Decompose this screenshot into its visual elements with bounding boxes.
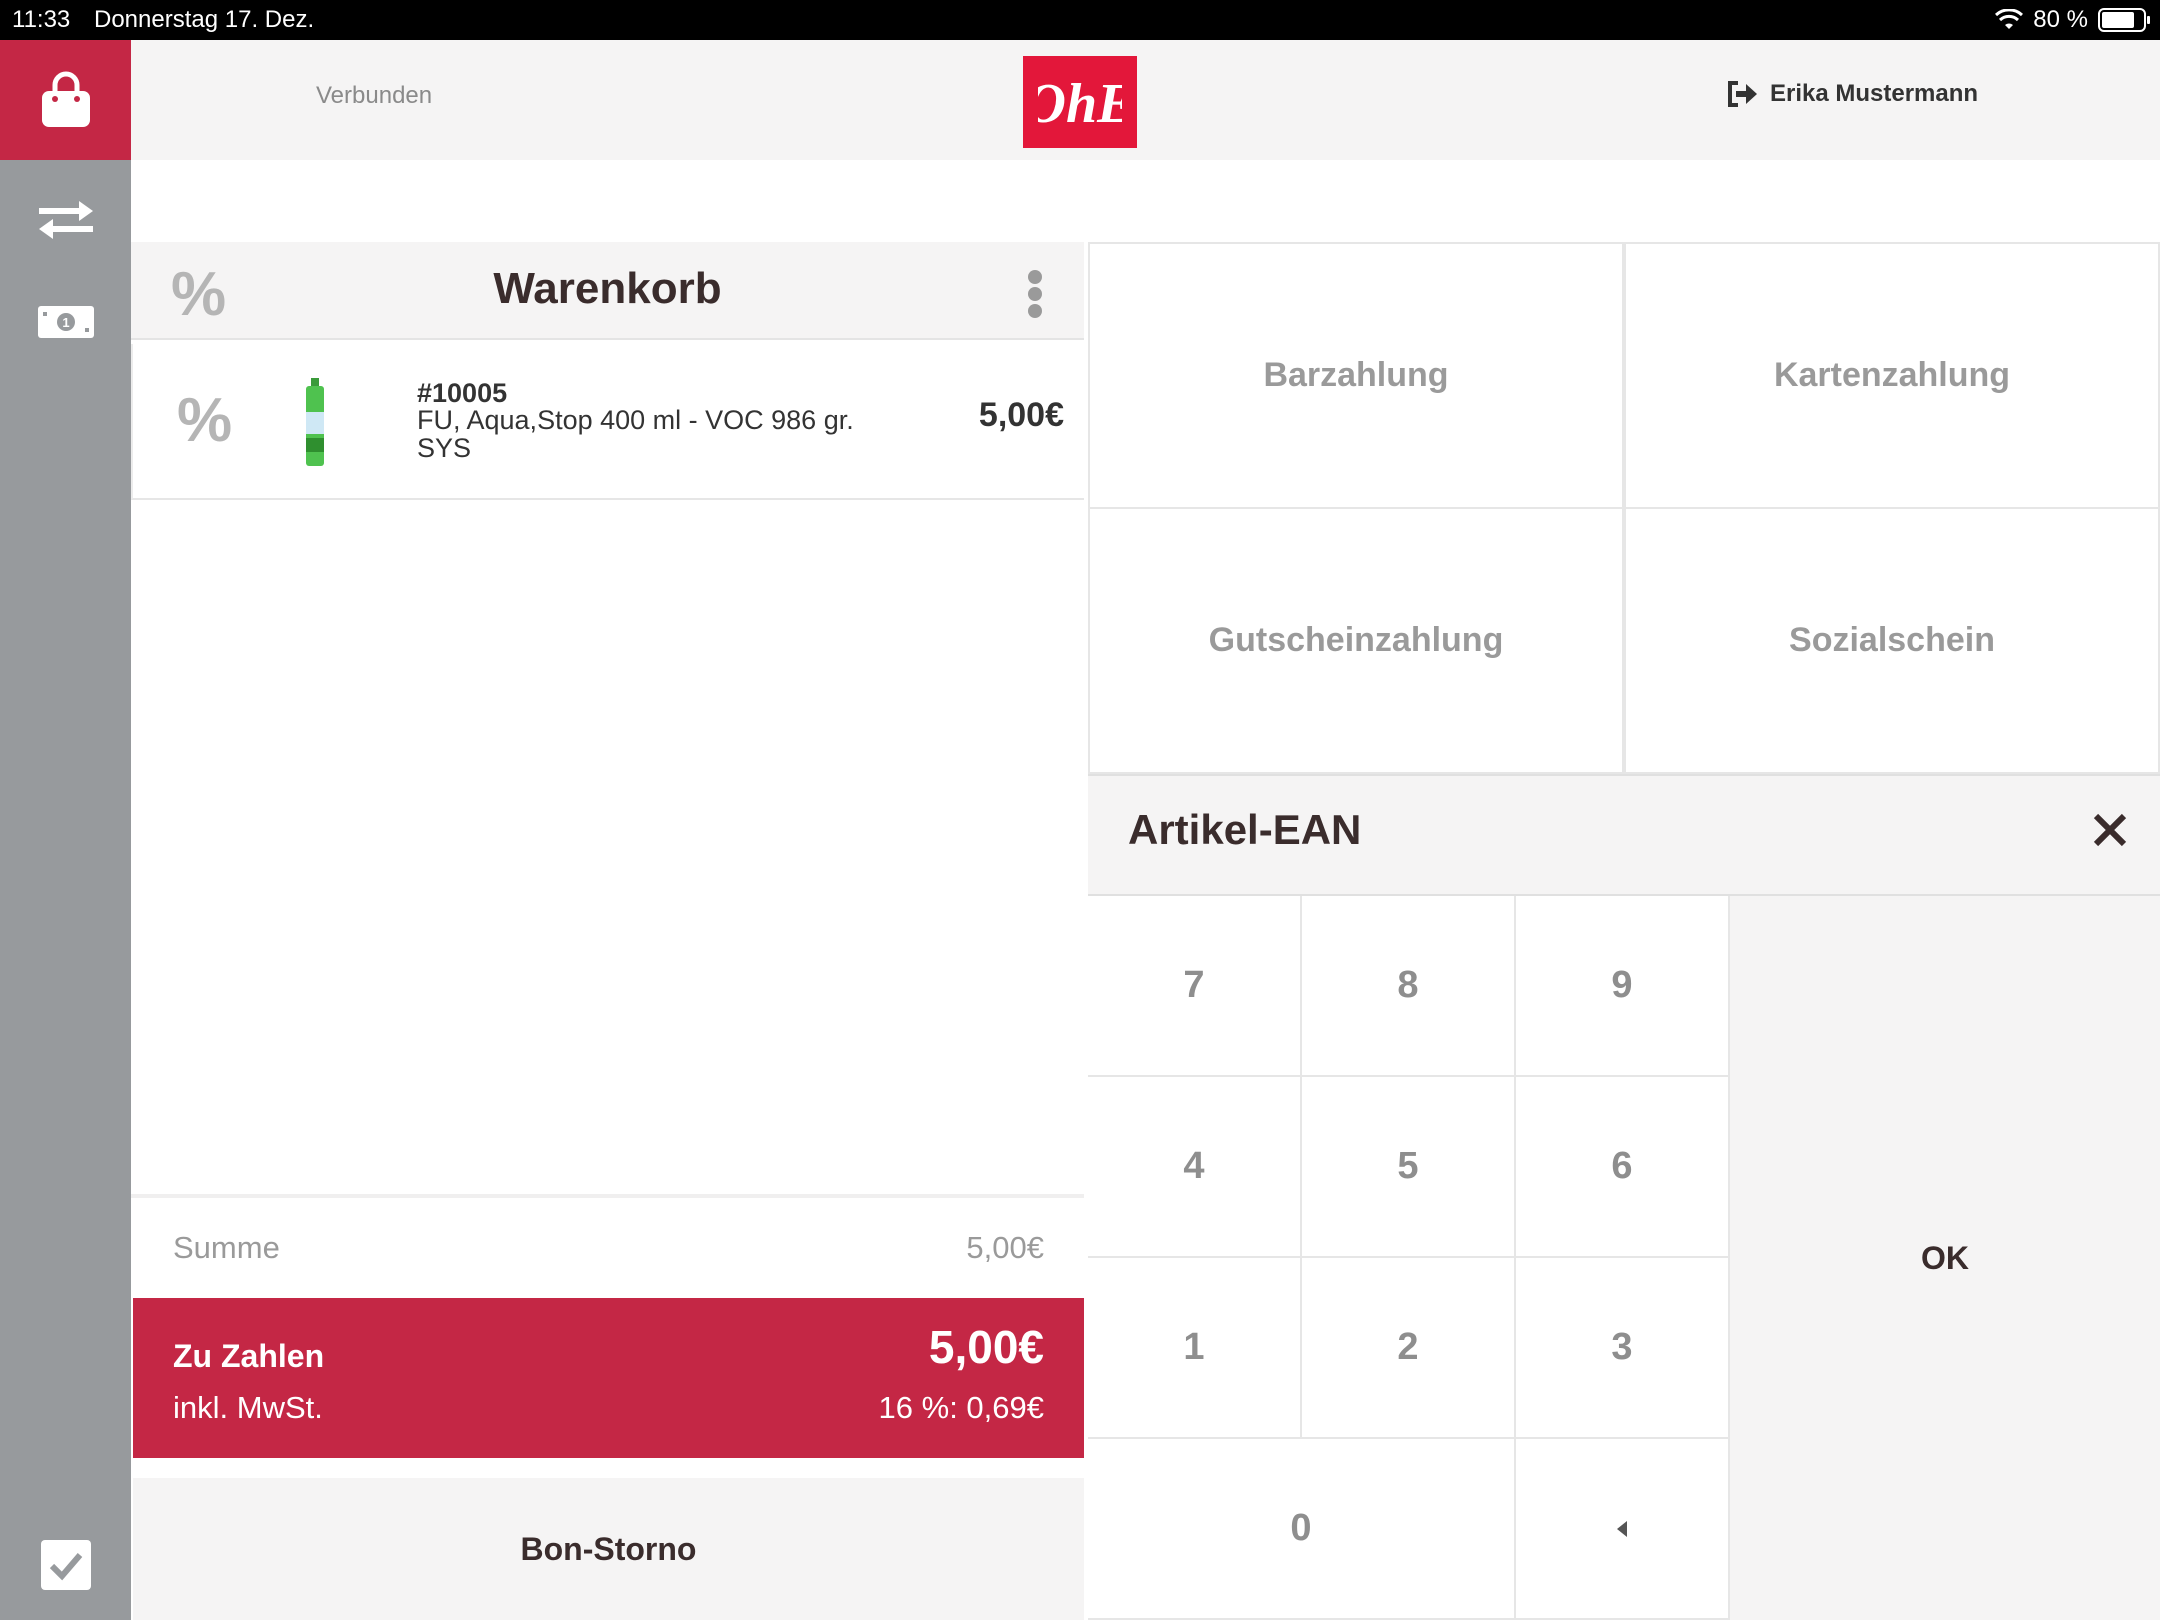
transfer-arrows-icon <box>38 201 93 239</box>
status-date: Donnerstag 17. Dez. <box>94 6 315 33</box>
status-bar: 11:33 Donnerstag 17. Dez. 80 % <box>0 0 2160 40</box>
key-7[interactable]: 7 <box>1088 896 1302 1077</box>
backspace-key[interactable] <box>1516 1439 1730 1620</box>
ean-title: Artikel-EAN <box>1128 806 1362 853</box>
vat-value: 16 %: 0,69€ <box>878 1390 1044 1425</box>
item-discount-button[interactable]: % <box>177 390 232 452</box>
subtotal-row: Summe 5,00€ <box>131 1194 1084 1294</box>
subtotal-label: Summe <box>173 1230 280 1265</box>
cart-panel: % Warenkorb % #10005 FU, Aqua,Stop 400 m… <box>131 240 1084 1620</box>
cash-icon: 1 <box>37 306 94 338</box>
battery-icon <box>2098 8 2150 32</box>
shopping-bag-icon <box>41 71 90 127</box>
sidebar-item-done[interactable] <box>0 1510 131 1620</box>
app-header: Verbunden OhE Erika Mustermann <box>131 40 2160 160</box>
vat-label: inkl. MwSt. <box>173 1390 323 1425</box>
svg-text:OhE: OhE <box>1038 73 1122 135</box>
close-icon[interactable] <box>2090 810 2130 850</box>
key-9[interactable]: 9 <box>1516 896 1730 1077</box>
svg-text:1: 1 <box>62 315 69 330</box>
key-8[interactable]: 8 <box>1302 896 1516 1077</box>
card-payment-button[interactable]: Kartenzahlung <box>1624 244 2160 509</box>
cart-title: Warenkorb <box>493 264 722 313</box>
ean-header: Artikel-EAN <box>1088 774 2160 896</box>
sidebar-item-transfer[interactable] <box>0 160 131 280</box>
status-right: 80 % <box>1995 6 2150 34</box>
cash-payment-button[interactable]: Barzahlung <box>1088 244 1624 509</box>
subtotal-value: 5,00€ <box>966 1230 1044 1265</box>
backspace-icon <box>1617 1520 1627 1537</box>
payment-methods: Barzahlung Kartenzahlung Gutscheinzahlun… <box>1088 242 2160 774</box>
key-6[interactable]: 6 <box>1516 1077 1730 1258</box>
ok-button[interactable]: OK <box>1730 896 2160 1620</box>
product-image <box>306 378 324 466</box>
user-logout[interactable]: Erika Mustermann <box>1726 80 1978 108</box>
status-time: 11:33 <box>12 6 71 33</box>
more-options-icon[interactable] <box>1028 270 1042 318</box>
amount-due-value: 5,00€ <box>928 1321 1044 1373</box>
item-price: 5,00€ <box>978 396 1064 434</box>
connection-status: Verbunden <box>316 82 433 109</box>
cart-header: % Warenkorb <box>131 242 1084 340</box>
wifi-icon <box>1995 9 2024 29</box>
logout-icon <box>1728 81 1757 107</box>
item-name: FU, Aqua,Stop 400 ml - VOC 986 gr. SYS <box>417 405 854 463</box>
battery-percent: 80 % <box>2033 6 2088 33</box>
void-receipt-button[interactable]: Bon-Storno <box>133 1478 1084 1620</box>
key-3[interactable]: 3 <box>1516 1258 1730 1439</box>
brand-logo: OhE <box>1023 56 1137 148</box>
numeric-keypad: 7 8 9 4 5 6 1 2 3 0 <box>1088 896 1730 1620</box>
key-4[interactable]: 4 <box>1088 1077 1302 1258</box>
social-voucher-button[interactable]: Sozialschein <box>1624 509 2160 774</box>
sidebar-item-cart[interactable] <box>0 40 131 160</box>
key-2[interactable]: 2 <box>1302 1258 1516 1439</box>
user-name: Erika Mustermann <box>1770 80 1979 107</box>
amount-due-label: Zu Zahlen <box>173 1338 325 1374</box>
voucher-payment-button[interactable]: Gutscheinzahlung <box>1088 509 1624 774</box>
key-5[interactable]: 5 <box>1302 1077 1516 1258</box>
cart-item[interactable]: % #10005 FU, Aqua,Stop 400 ml - VOC 986 … <box>131 344 1084 500</box>
sidebar: 1 <box>0 40 131 1620</box>
sidebar-item-cash[interactable]: 1 <box>0 272 131 372</box>
checkmark-icon <box>40 1540 91 1590</box>
key-0[interactable]: 0 <box>1088 1439 1516 1620</box>
amount-due-panel: Zu Zahlen inkl. MwSt. 5,00€ 16 %: 0,69€ <box>133 1298 1084 1458</box>
key-1[interactable]: 1 <box>1088 1258 1302 1439</box>
